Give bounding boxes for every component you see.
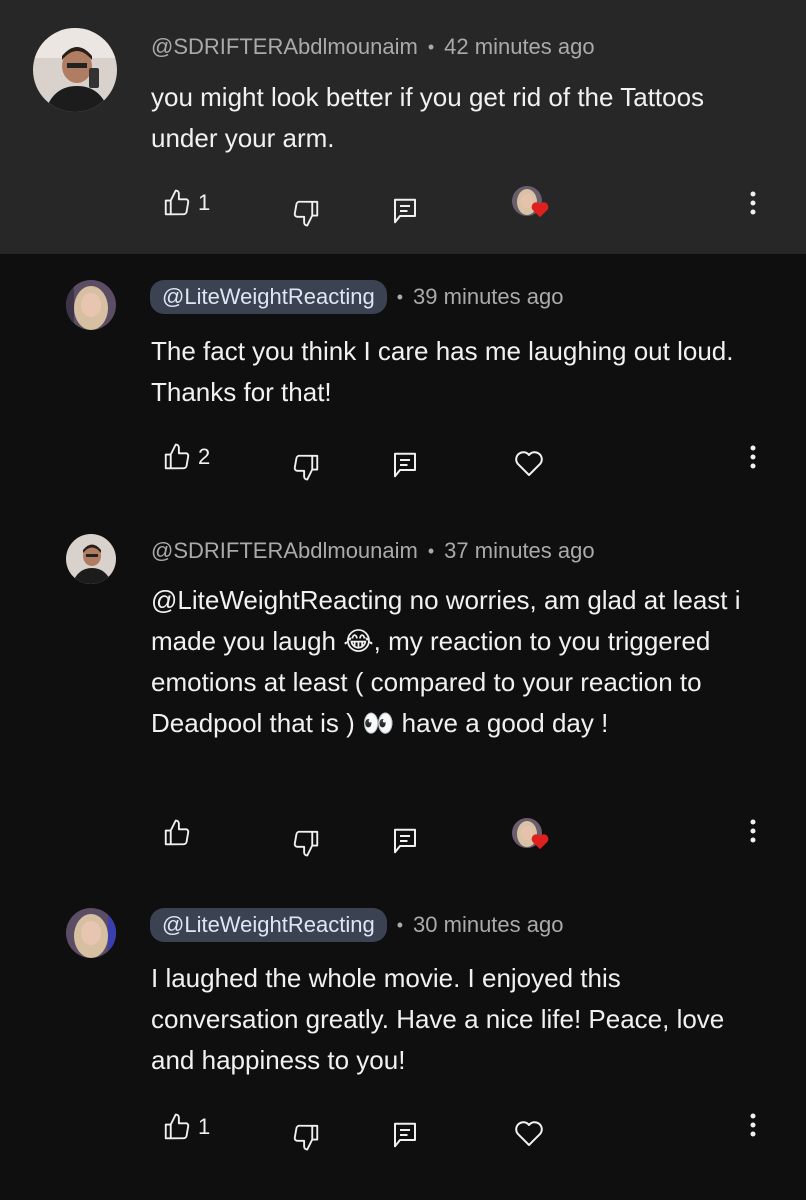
comment-author[interactable]: @SDRIFTERAbdlmounaim [151, 34, 418, 60]
comment-meta: @SDRIFTERAbdlmounaim • 42 minutes ago [151, 34, 595, 60]
creator-handle-chip[interactable]: @LiteWeightReacting [150, 280, 387, 314]
man-selfie-avatar [66, 534, 116, 584]
reply-button[interactable] [390, 450, 420, 480]
creator-heart-icon [531, 202, 549, 218]
comment-time[interactable]: 39 minutes ago [413, 284, 563, 310]
thumbs-up-icon [164, 189, 190, 216]
comment-meta: @LiteWeightReacting • 30 minutes ago [150, 908, 563, 942]
reply-button[interactable] [390, 196, 420, 226]
woman-blonde-avatar [66, 280, 116, 330]
thumbs-down-icon [293, 1124, 319, 1151]
creator-heart-icon [531, 834, 549, 850]
creator-heart-badge [512, 186, 549, 222]
more-button[interactable] [744, 1110, 762, 1145]
heart-outline-icon [515, 451, 543, 476]
creator-heart-badge [512, 818, 549, 854]
more-button[interactable] [744, 442, 762, 477]
separator-dot: • [396, 286, 404, 307]
reply-icon [394, 1122, 416, 1148]
comment-text: @LiteWeightReacting no worries, am glad … [151, 585, 741, 738]
comment-time[interactable]: 37 minutes ago [444, 538, 594, 564]
reply-icon [394, 452, 416, 478]
like-button[interactable]: 2 [162, 442, 210, 472]
comment-item: @LiteWeightReacting • 30 minutes ago I l… [0, 890, 806, 1200]
reply-button[interactable] [390, 826, 420, 856]
comment-item: @SDRIFTERAbdlmounaim • 42 minutes ago yo… [0, 0, 806, 254]
heart-button[interactable] [513, 1118, 545, 1148]
more-vertical-icon [750, 191, 756, 215]
like-count: 2 [198, 444, 211, 469]
separator-dot: • [427, 540, 435, 561]
woman-blonde-avatar [66, 908, 116, 958]
comment-author[interactable]: @SDRIFTERAbdlmounaim [151, 538, 418, 564]
thumbs-up-icon [164, 443, 190, 470]
more-button[interactable] [744, 188, 762, 223]
reply-icon [394, 828, 416, 854]
heart-button[interactable] [513, 448, 545, 478]
avatar[interactable] [66, 534, 116, 584]
comment-text: The fact you think I care has me laughin… [151, 336, 734, 407]
comment-meta: @SDRIFTERAbdlmounaim • 37 minutes ago [151, 538, 595, 564]
comment-text: I laughed the whole movie. I enjoyed thi… [151, 963, 725, 1075]
more-vertical-icon [750, 445, 756, 469]
avatar[interactable] [33, 28, 117, 112]
comment-time[interactable]: 42 minutes ago [444, 34, 594, 60]
avatar[interactable] [66, 908, 116, 958]
thumbs-down-icon [293, 454, 319, 481]
dislike-button[interactable] [291, 198, 321, 228]
dislike-button[interactable] [291, 828, 321, 858]
like-button[interactable] [162, 818, 198, 848]
comment-text: you might look better if you get rid of … [151, 82, 705, 153]
comment-actions: 2 [0, 438, 806, 488]
separator-dot: • [427, 36, 435, 57]
man-selfie-avatar [33, 28, 117, 112]
comment-time[interactable]: 30 minutes ago [413, 912, 563, 938]
comment-actions [0, 814, 806, 864]
reply-button[interactable] [390, 1120, 420, 1150]
separator-dot: • [396, 914, 404, 935]
like-button[interactable]: 1 [162, 1112, 210, 1142]
like-count: 1 [198, 190, 211, 215]
comment-item: @LiteWeightReacting • 39 minutes ago The… [0, 254, 806, 514]
more-vertical-icon [750, 1113, 756, 1137]
comment-actions: 1 [0, 1108, 806, 1158]
thumbs-down-icon [293, 200, 319, 227]
comment-item: @SDRIFTERAbdlmounaim • 37 minutes ago @L… [0, 514, 806, 890]
thumbs-down-icon [293, 830, 319, 857]
thumbs-up-icon [164, 1113, 190, 1140]
more-vertical-icon [750, 819, 756, 843]
comment-actions: 1 [0, 180, 806, 230]
like-button[interactable]: 1 [162, 188, 210, 218]
dislike-button[interactable] [291, 1122, 321, 1152]
reply-icon [394, 198, 416, 224]
avatar[interactable] [66, 280, 116, 330]
thumbs-up-icon [164, 819, 190, 846]
like-count: 1 [198, 1114, 211, 1139]
dislike-button[interactable] [291, 452, 321, 482]
heart-outline-icon [515, 1121, 543, 1146]
creator-handle-chip[interactable]: @LiteWeightReacting [150, 908, 387, 942]
more-button[interactable] [744, 816, 762, 851]
comment-meta: @LiteWeightReacting • 39 minutes ago [150, 280, 563, 314]
